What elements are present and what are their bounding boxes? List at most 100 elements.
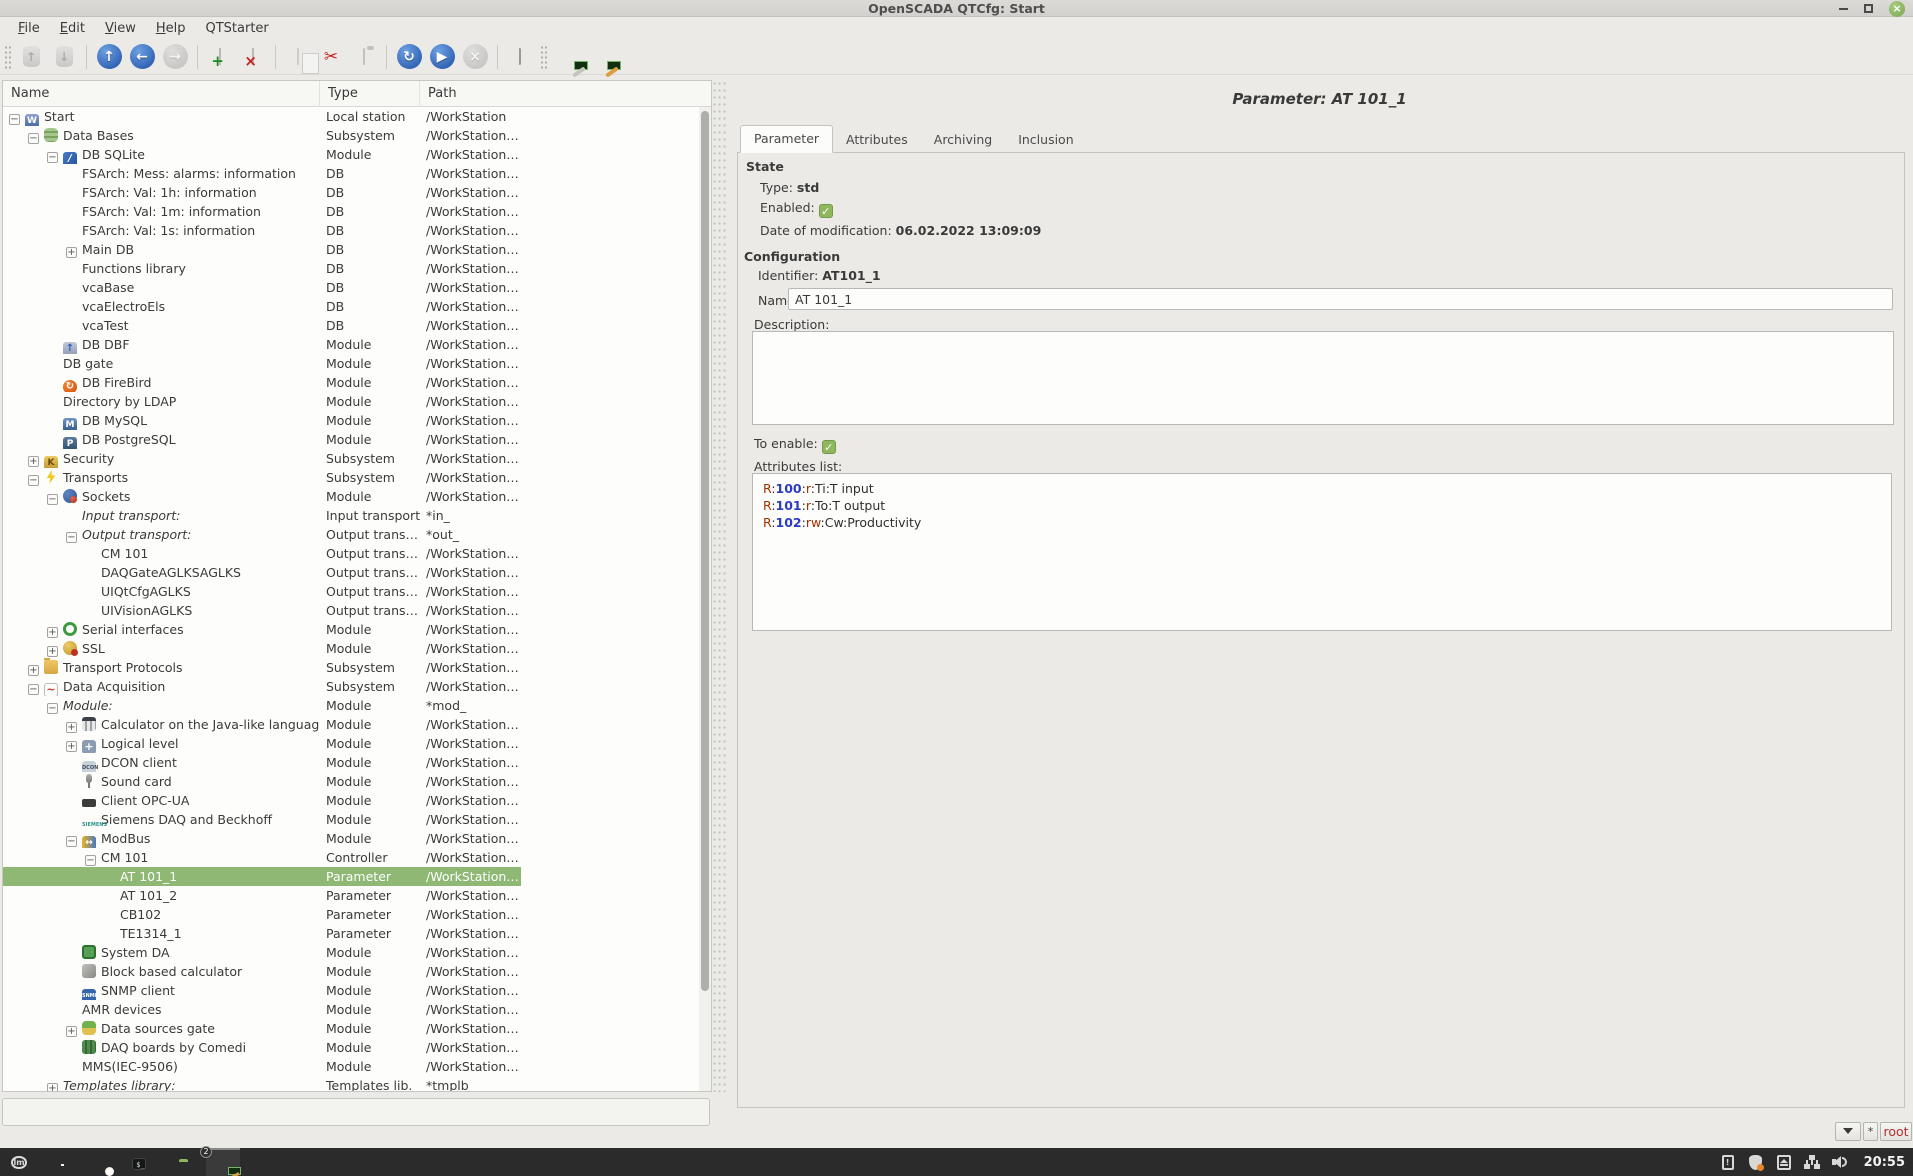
network-tray-icon[interactable] <box>1804 1154 1820 1170</box>
collapse-icon[interactable]: − <box>28 133 39 144</box>
menu-item-file[interactable]: File <box>8 20 50 37</box>
user-button[interactable]: root <box>1880 1122 1912 1141</box>
tree-row[interactable]: +Data sources gateModule/WorkStation… <box>3 1019 711 1038</box>
tree-row[interactable]: DCONDCON clientModule/WorkStation… <box>3 753 711 772</box>
tree-row[interactable]: TE1314_1Parameter/WorkStation… <box>3 924 711 943</box>
panel-splitter[interactable] <box>712 80 726 1092</box>
description-textarea[interactable] <box>752 331 1894 425</box>
taskbar-clock[interactable]: 20:55 <box>1864 1155 1905 1170</box>
menu-item-help[interactable]: Help <box>146 20 196 37</box>
star-button[interactable]: * <box>1863 1122 1878 1141</box>
collapse-icon[interactable]: − <box>66 532 77 543</box>
forward-button[interactable]: → <box>160 42 190 72</box>
tree-row[interactable]: Input transport:Input transport*in_ <box>3 506 711 525</box>
qtstarter-qtcfg-button[interactable] <box>552 42 582 72</box>
attribute-list-item[interactable]: R:102:rw:Cw:Productivity <box>753 514 1891 531</box>
attribute-list-item[interactable]: R:101:r:To:T output <box>753 497 1891 514</box>
attribute-list-item[interactable]: R:100:r:Ti:T input <box>753 474 1891 497</box>
expand-icon[interactable]: + <box>47 627 58 638</box>
expand-icon[interactable]: + <box>28 456 39 467</box>
tree-scrollbar-thumb[interactable] <box>701 111 709 991</box>
expand-icon[interactable]: + <box>66 741 77 752</box>
tree-row[interactable]: −TransportsSubsystem/WorkStation… <box>3 468 711 487</box>
load-button[interactable]: ↑ <box>16 42 46 72</box>
expand-icon[interactable]: + <box>47 1083 58 1092</box>
expand-icon[interactable]: + <box>47 646 58 657</box>
tree-row[interactable]: Block based calculatorModule/WorkStation… <box>3 962 711 981</box>
copy-item-button[interactable] <box>283 42 313 72</box>
collapse-icon[interactable]: − <box>66 836 77 847</box>
files-launcher[interactable] <box>166 1150 192 1174</box>
collapse-icon[interactable]: − <box>28 475 39 486</box>
tree-column-header-type[interactable]: Type <box>320 81 420 107</box>
show-desktop-button[interactable] <box>46 1150 72 1174</box>
menu-item-edit[interactable]: Edit <box>50 20 95 37</box>
menu-item-qtstarter[interactable]: QTStarter <box>195 20 278 37</box>
to-enable-checkbox[interactable]: ✓ <box>822 440 836 454</box>
qtstarter-vision-button[interactable] <box>585 42 615 72</box>
up-button[interactable]: ↑ <box>94 42 124 72</box>
add-item-button[interactable]: + <box>205 42 235 72</box>
collapse-icon[interactable]: − <box>9 114 20 125</box>
collapse-icon[interactable]: − <box>85 855 96 866</box>
tables-dropdown-button[interactable] <box>1835 1122 1861 1141</box>
tree-row[interactable]: CM 101Output trans…/WorkStation… <box>3 544 711 563</box>
collapse-icon[interactable]: − <box>47 494 58 505</box>
tree-column-header-name[interactable]: Name <box>3 81 320 107</box>
close-button[interactable]: × <box>1889 1 1905 17</box>
tree-row[interactable]: vcaElectroElsDB/WorkStation… <box>3 297 711 316</box>
name-input[interactable] <box>788 288 1893 310</box>
tree-row[interactable]: DAQ boards by ComediModule/WorkStation… <box>3 1038 711 1057</box>
expand-icon[interactable]: + <box>28 665 39 676</box>
tab-attributes[interactable]: Attributes <box>833 127 921 153</box>
tree-row[interactable]: vcaTestDB/WorkStation… <box>3 316 711 335</box>
tab-archiving[interactable]: Archiving <box>921 127 1005 153</box>
terminal-launcher[interactable]: $_ <box>126 1150 152 1174</box>
expand-icon[interactable]: + <box>66 1026 77 1037</box>
toolbar-grip[interactable] <box>540 45 547 69</box>
tree-row[interactable]: SIEMENSSiemens DAQ and BeckhoffModule/Wo… <box>3 810 711 829</box>
tree-row[interactable]: vcaBaseDB/WorkStation… <box>3 278 711 297</box>
attributes-list[interactable]: R:100:r:Ti:T inputR:101:r:To:T outputR:1… <box>752 473 1892 631</box>
paste-item-button[interactable] <box>349 42 379 72</box>
reload-button[interactable]: ↻ <box>394 42 424 72</box>
tree-row[interactable]: MDB MySQLModule/WorkStation… <box>3 411 711 430</box>
tree-row[interactable]: ↑DB DBFModule/WorkStation… <box>3 335 711 354</box>
tree-row[interactable]: +Templates library:Templates lib.*tmplb <box>3 1076 711 1092</box>
tree-row[interactable]: −~Data AcquisitionSubsystem/WorkStation… <box>3 677 711 696</box>
toolbar-grip[interactable] <box>4 45 11 69</box>
minimize-button[interactable] <box>1839 8 1848 10</box>
tree-row[interactable]: +Main DBDB/WorkStation… <box>3 240 711 259</box>
collapse-icon[interactable]: − <box>47 703 58 714</box>
menu-item-view[interactable]: View <box>95 20 146 37</box>
tree-row[interactable]: Directory by LDAPModule/WorkStation… <box>3 392 711 411</box>
tree-row[interactable]: AT 101_2Parameter/WorkStation… <box>3 886 711 905</box>
tree-row[interactable]: DB gateModule/WorkStation… <box>3 354 711 373</box>
tree-row[interactable]: −Output transport:Output trans…*out_ <box>3 525 711 544</box>
back-button[interactable]: ← <box>127 42 157 72</box>
expand-icon[interactable]: + <box>66 247 77 258</box>
start-button[interactable]: ▶ <box>427 42 457 72</box>
tree-row[interactable]: −CM 101Controller/WorkStation… <box>3 848 711 867</box>
tree-row[interactable]: −/DB SQLiteModule/WorkStation… <box>3 145 711 164</box>
tree-row[interactable]: DAQGateAGLKSAGLKSOutput trans…/WorkStati… <box>3 563 711 582</box>
stop-button[interactable]: × <box>460 42 490 72</box>
tab-parameter[interactable]: Parameter <box>740 125 833 153</box>
tree-row[interactable]: AMR devicesModule/WorkStation… <box>3 1000 711 1019</box>
tree-row[interactable]: CB102Parameter/WorkStation… <box>3 905 711 924</box>
tree-row[interactable]: FSArch: Mess: alarms: informationDB/Work… <box>3 164 711 183</box>
report-tray-icon[interactable]: ! <box>1720 1154 1736 1170</box>
tree-row[interactable]: −Module:Module*mod_ <box>3 696 711 715</box>
tab-inclusion[interactable]: Inclusion <box>1005 127 1086 153</box>
update-tray-icon[interactable] <box>1776 1154 1792 1170</box>
tree-row[interactable]: −WStartLocal station/WorkStation <box>3 107 711 126</box>
save-button[interactable]: ↓ <box>49 42 79 72</box>
tree-row[interactable]: +KSecuritySubsystem/WorkStation… <box>3 449 711 468</box>
tree-row[interactable]: UIVisionAGLKSOutput trans…/WorkStation… <box>3 601 711 620</box>
tree-row[interactable]: ++Logical levelModule/WorkStation… <box>3 734 711 753</box>
tree-row[interactable]: AT 101_1Parameter/WorkStation… <box>3 867 711 886</box>
tree-row[interactable]: UIQtCfgAGLKSOutput trans…/WorkStation… <box>3 582 711 601</box>
tree-row[interactable]: +SSLModule/WorkStation… <box>3 639 711 658</box>
tree-column-header-path[interactable]: Path <box>420 81 712 107</box>
tree-row[interactable]: FSArch: Val: 1m: informationDB/WorkStati… <box>3 202 711 221</box>
